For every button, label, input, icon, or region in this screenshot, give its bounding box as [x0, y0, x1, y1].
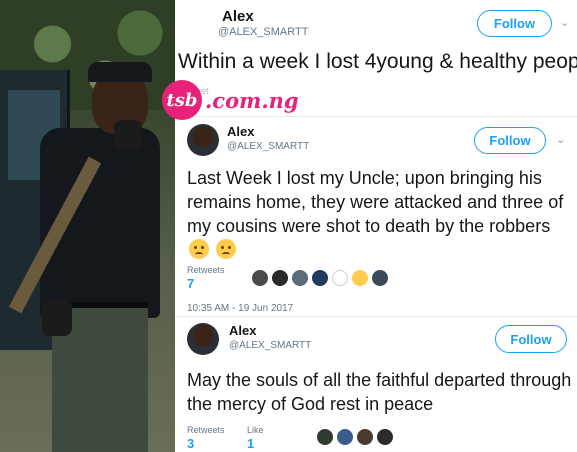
liker-avatar[interactable]	[337, 429, 353, 445]
top-tweet-headline: Within a week I lost 4young & healthy pe…	[178, 50, 577, 73]
tweet1-author-name[interactable]: Alex	[227, 124, 254, 139]
tweet1-text: Last Week I lost my Uncle; upon bringing…	[187, 166, 567, 262]
top-follow-button[interactable]: Follow	[477, 10, 552, 37]
tsb-watermark-logo: tsb .com.ng	[162, 80, 299, 120]
photo-cap	[88, 62, 152, 82]
crying-face-emoji-icon	[189, 239, 209, 259]
tweet1-timestamp[interactable]: 10:35 AM - 19 Jun 2017	[187, 303, 293, 314]
tweet1-follow-button[interactable]: Follow	[474, 127, 546, 154]
photo-glove-lower	[42, 300, 72, 336]
profile-photo	[0, 0, 175, 452]
retweeter-avatar[interactable]	[312, 270, 328, 286]
tweet2-author-name[interactable]: Alex	[229, 323, 256, 338]
tsb-logo-domain: .com.ng	[205, 87, 299, 113]
liker-avatar[interactable]	[357, 429, 373, 445]
tweet2-avatar[interactable]	[187, 323, 219, 355]
tweet2-text: May the souls of all the faithful depart…	[187, 370, 572, 414]
tweet1-avatar[interactable]	[187, 124, 219, 156]
liker-avatar[interactable]	[317, 429, 333, 445]
tweet2-likes-label: Like	[247, 425, 264, 435]
retweeter-avatar[interactable]	[372, 270, 388, 286]
tweet2-retweets-count[interactable]: 3	[187, 436, 194, 451]
tweet2-author-handle[interactable]: @ALEX_SMARTT	[229, 340, 311, 351]
retweeter-avatar[interactable]	[332, 270, 348, 286]
photo-glove	[114, 120, 142, 150]
tweet1-retweets-count[interactable]: 7	[187, 276, 194, 291]
tsb-logo-circle: tsb	[162, 80, 202, 120]
retweeter-avatar[interactable]	[352, 270, 368, 286]
liker-avatar[interactable]	[377, 429, 393, 445]
crying-face-emoji-icon	[216, 239, 237, 259]
tweet2-retweets-label: Retweets	[187, 425, 225, 435]
tweet1-retweets-label: Retweets	[187, 265, 225, 275]
top-chevron-down-icon[interactable]: ⌄	[560, 16, 569, 29]
tweet1-text-content: Last Week I lost my Uncle; upon bringing…	[187, 168, 564, 236]
tweet1-chevron-down-icon[interactable]: ⌄	[556, 133, 565, 146]
tweet1-author-handle[interactable]: @ALEX_SMARTT	[227, 141, 309, 152]
photo-person	[8, 62, 160, 452]
top-tweet-author-handle[interactable]: @ALEX_SMARTT	[218, 26, 308, 38]
retweeter-avatar[interactable]	[252, 270, 268, 286]
top-tweet-author-name[interactable]: Alex	[222, 8, 254, 25]
tweet2-likes-count[interactable]: 1	[247, 436, 254, 451]
retweeter-avatar[interactable]	[272, 270, 288, 286]
retweeter-avatar[interactable]	[292, 270, 308, 286]
tweet2-follow-button[interactable]: Follow	[495, 325, 567, 353]
divider	[175, 316, 577, 317]
